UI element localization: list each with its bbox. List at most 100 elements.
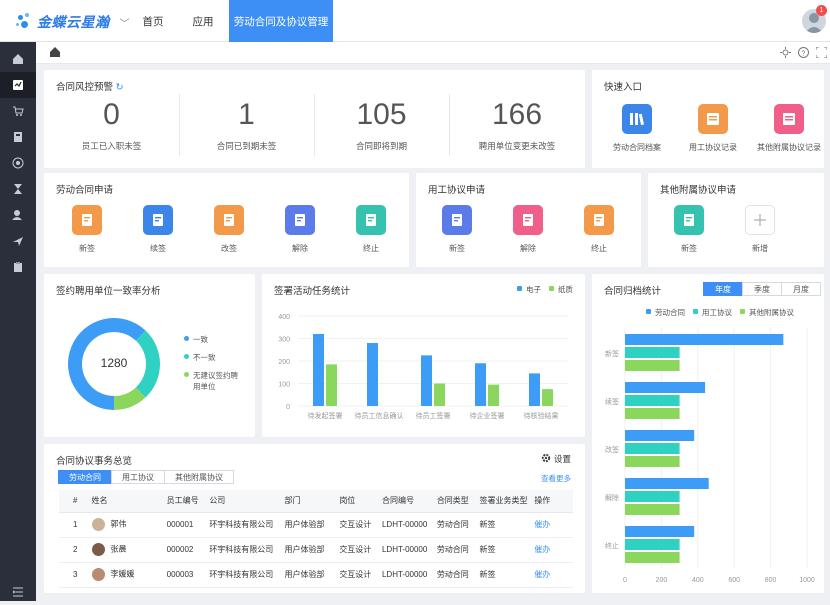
legend-item[interactable]: 劳动合同 bbox=[646, 307, 685, 318]
avatar bbox=[91, 568, 105, 581]
refresh-icon[interactable]: ↻ bbox=[116, 82, 124, 93]
table-row[interactable]: 3 李媛媛 000003 环宇科技有限公司 用户体验部 交互设计 LDHT-00000 劳动合… bbox=[59, 562, 573, 588]
archive-legend: 劳动合同 用工协议 其他附属协议 bbox=[638, 307, 794, 318]
cell-op[interactable]: 催办 bbox=[534, 562, 573, 588]
home-icon[interactable] bbox=[50, 47, 60, 59]
plane-icon[interactable] bbox=[0, 228, 36, 254]
logo-text: 金蝶云星瀚 bbox=[37, 14, 110, 30]
sign-stats-card: 签署活动任务统计 电子 纸质 0 100 200 300 400 待发起签署 待员工信息确认 待… bbox=[262, 274, 585, 437]
nav-labor-contract[interactable]: 劳动合同及协议管理 bbox=[229, 0, 333, 42]
cell-dept: 用户体验部 bbox=[284, 562, 340, 588]
settings-button[interactable]: 设置 bbox=[541, 453, 571, 465]
bar-电子-1 bbox=[367, 343, 378, 406]
bar-纸质-3 bbox=[488, 384, 499, 406]
bar-劳动合同-0 bbox=[625, 334, 784, 345]
cell-type: 劳动合同 bbox=[436, 512, 480, 538]
donut-total: 1280 bbox=[100, 356, 128, 370]
building-icon[interactable] bbox=[0, 124, 36, 150]
logo-mark-icon bbox=[16, 13, 34, 31]
bar-其他附属协议-3 bbox=[625, 504, 680, 515]
archive-stats-card: 合同归档统计 年度 季度 月度 劳动合同 用工协议 其他附属协议 0 200 400 60… bbox=[592, 274, 824, 593]
cell-op[interactable]: 催办 bbox=[534, 512, 573, 538]
theme-icon[interactable] bbox=[780, 47, 791, 60]
chevron-down-icon[interactable]: ﹀ bbox=[120, 15, 130, 30]
labor-apply-item-3[interactable]: 解除 bbox=[265, 205, 335, 254]
sign-stats-bar-chart: 0 100 200 300 400 待发起签署 待员工信息确认 待员工签署 待企业签署 待核验结果 bbox=[278, 314, 568, 420]
fullscreen-icon[interactable] bbox=[815, 46, 828, 60]
cart-icon[interactable] bbox=[0, 98, 36, 124]
metric-expiring[interactable]: 105 合同即将到期 bbox=[314, 98, 449, 162]
x-tick-label: 600 bbox=[728, 577, 740, 584]
legend-label: 其他附属协议 bbox=[749, 308, 794, 317]
archive-title: 合同归档统计 bbox=[604, 286, 662, 297]
tab-work-agreement[interactable]: 用工协议 bbox=[111, 470, 165, 484]
legend-label: 不一致 bbox=[193, 353, 216, 362]
legend-item[interactable]: 用工协议 bbox=[693, 307, 732, 318]
bar-其他附属协议-4 bbox=[625, 552, 680, 563]
metric-expired-unsigned[interactable]: 1 合同已到期未签 bbox=[179, 98, 314, 162]
bar-用工协议-2 bbox=[625, 443, 680, 454]
nav-home[interactable]: 首页 bbox=[132, 0, 174, 42]
table-row[interactable]: 2 张晨 000002 环宇科技有限公司 用户体验部 交互设计 LDHT-00000 劳动合同… bbox=[59, 537, 573, 563]
collapse-menu-icon[interactable] bbox=[0, 579, 36, 605]
home-icon[interactable] bbox=[0, 46, 36, 72]
bar-劳动合同-1 bbox=[625, 382, 706, 393]
tab-month[interactable]: 月度 bbox=[781, 282, 821, 296]
view-more-link[interactable]: 查看更多 bbox=[541, 473, 571, 484]
labor-apply-title: 劳动合同申请 bbox=[56, 185, 114, 196]
other-apply-item-0[interactable]: 新签 bbox=[654, 205, 724, 254]
x-tick-label: 800 bbox=[765, 577, 777, 584]
sign-stats-title: 签署活动任务统计 bbox=[274, 286, 351, 297]
x-tick-label: 待企业签署 bbox=[470, 411, 505, 420]
quick-other-agreement-record[interactable]: 其他附属协议记录 bbox=[754, 104, 824, 153]
x-tick-label: 1000 bbox=[799, 577, 815, 584]
app-label: 改签 bbox=[221, 244, 237, 253]
legend-item[interactable]: 其他附属协议 bbox=[740, 307, 794, 318]
metric-employer-changed[interactable]: 166 聘用单位变更未改签 bbox=[449, 98, 585, 162]
hourglass-icon[interactable] bbox=[0, 176, 36, 202]
work-apply-item-1[interactable]: 解除 bbox=[493, 205, 563, 254]
work-apply-item-2[interactable]: 终止 bbox=[564, 205, 634, 254]
cell-emp: 000003 bbox=[166, 562, 210, 588]
x-tick-label: 400 bbox=[692, 577, 704, 584]
legend-item[interactable]: 电子 bbox=[517, 284, 541, 295]
legend-item[interactable]: 无建议签约聘用单位 bbox=[184, 370, 240, 392]
logo[interactable]: 金蝶云星瀚 ﹀ bbox=[16, 12, 130, 32]
cell-op[interactable]: 催办 bbox=[534, 537, 573, 563]
legend-item[interactable]: 一致 bbox=[184, 334, 240, 345]
cell-company: 环宇科技有限公司 bbox=[209, 562, 285, 588]
labor-apply-item-0[interactable]: 新签 bbox=[52, 205, 122, 254]
help-icon[interactable]: ? bbox=[798, 47, 809, 60]
labor-apply-item-4[interactable]: 终止 bbox=[336, 205, 406, 254]
tab-year[interactable]: 年度 bbox=[703, 282, 743, 296]
legend-item[interactable]: 不一致 bbox=[184, 352, 240, 363]
tab-other-agreement[interactable]: 其他附属协议 bbox=[164, 470, 234, 484]
tab-labor-contract[interactable]: 劳动合同 bbox=[58, 470, 112, 484]
dashboard-icon[interactable] bbox=[0, 72, 36, 98]
app-label: 解除 bbox=[292, 244, 308, 253]
app-label: 续签 bbox=[150, 244, 166, 253]
tab-quarter[interactable]: 季度 bbox=[742, 282, 782, 296]
quick-work-agreement-record[interactable]: 用工协议记录 bbox=[678, 104, 748, 153]
cell-code: LDHT-00000 bbox=[381, 512, 437, 538]
bar-电子-4 bbox=[529, 373, 540, 406]
quick-entry-title: 快速入口 bbox=[604, 82, 643, 93]
labor-apply-item-1[interactable]: 续签 bbox=[123, 205, 193, 254]
work-apply-item-0[interactable]: 新签 bbox=[422, 205, 492, 254]
top-bar: 金蝶云星瀚 ﹀ 首页 应用 劳动合同及协议管理 1 bbox=[0, 0, 830, 42]
cell-post: 交互设计 bbox=[339, 512, 382, 538]
col-dept: 部门 bbox=[284, 490, 340, 513]
metric-unsigned-onboard[interactable]: 0 员工已入职未签 bbox=[44, 98, 179, 162]
other-apply-item-1[interactable]: 新增 bbox=[725, 205, 795, 254]
table-row[interactable]: 1 郭伟 000001 环宇科技有限公司 用户体验部 交互设计 LDHT-00000 劳动合同… bbox=[59, 512, 573, 538]
user-icon[interactable] bbox=[0, 202, 36, 228]
labor-apply-item-2[interactable]: 改签 bbox=[194, 205, 264, 254]
quick-labor-contract-archive[interactable]: 劳动合同档案 bbox=[602, 104, 672, 153]
nav-apps[interactable]: 应用 bbox=[182, 0, 224, 42]
person-name: 张晨 bbox=[110, 544, 127, 554]
avatar bbox=[91, 543, 105, 556]
target-icon[interactable] bbox=[0, 150, 36, 176]
app-label: 新增 bbox=[752, 244, 768, 253]
clipboard-icon[interactable] bbox=[0, 254, 36, 280]
legend-item[interactable]: 纸质 bbox=[549, 284, 573, 295]
